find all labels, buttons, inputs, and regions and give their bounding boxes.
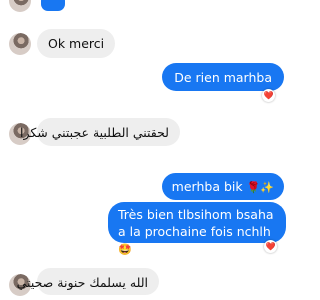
message-text: merhba bik [171,179,243,194]
message-bubble-incoming[interactable]: Ok merci [37,29,116,58]
heart-reaction-icon[interactable]: ❤️ [264,240,277,253]
message-text: لحقتني الطلبية عجبتني شكرا [19,125,169,140]
heart-reaction-icon[interactable]: ❤️ [262,89,275,102]
message-bubble-incoming[interactable]: لحقتني الطلبية عجبتني شكرا [20,118,180,146]
message-text: Très bien tlbsihom bsaha a la prochaine … [118,207,274,239]
message-text: De rien marhba [174,70,272,85]
message-bubble-outgoing[interactable]: De rien marhba [162,63,284,91]
partial-message-bubble [41,0,65,11]
star-struck-icon: 🤩 [118,243,132,256]
message-text: Ok merci [48,36,105,51]
avatar [9,0,31,12]
message-text: الله يسلمك حنونة صحيتي [16,275,148,290]
rose-sparkles-icon: 🌹✨ [246,181,274,194]
avatar [9,33,31,55]
message-bubble-incoming[interactable]: الله يسلمك حنونة صحيتي [17,268,159,295]
message-bubble-outgoing[interactable]: Très bien tlbsihom bsaha a la prochaine … [108,202,286,256]
message-bubble-outgoing[interactable]: merhba bik 🌹✨ [161,173,284,200]
